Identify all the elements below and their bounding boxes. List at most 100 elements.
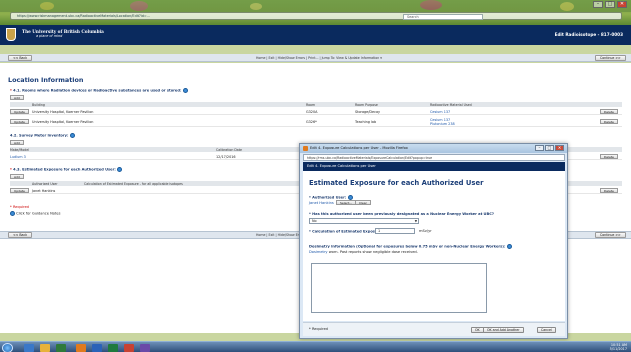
- room-number: G326*: [306, 120, 317, 124]
- back-button[interactable]: << Back: [8, 55, 33, 61]
- select-user-button[interactable]: Select...: [336, 200, 357, 205]
- dosimetry-label: Dosimetry Information (Optional for expo…: [309, 244, 512, 249]
- question-4-1: * 4.1. Rooms where Radiation devices or …: [10, 88, 188, 93]
- guidance-notes-label[interactable]: Click for Guidance Notes: [16, 212, 60, 216]
- question-4-3: * 4.3. Estimated Exposure for each Autho…: [10, 167, 123, 172]
- delete-button[interactable]: Delete: [600, 119, 618, 124]
- dialog-close-button[interactable]: ✕: [555, 145, 564, 151]
- dialog-minimize-button[interactable]: –: [535, 145, 544, 151]
- info-icon[interactable]: [506, 244, 512, 249]
- start-button-icon[interactable]: [2, 342, 13, 352]
- rooms-table-header: Building Room Room Purpose Radioactive M…: [10, 102, 622, 107]
- room-material-link[interactable]: Cesium 137: [430, 110, 450, 114]
- dosimetry-text: Dosimetry worn. Past reports show neglig…: [309, 250, 418, 254]
- meter-model-link[interactable]: Ludlum 3: [10, 155, 26, 159]
- column-header: Calibration Date: [216, 147, 242, 152]
- info-icon[interactable]: [117, 167, 123, 172]
- back-button-bottom[interactable]: << Back: [8, 232, 33, 238]
- info-icon[interactable]: [10, 211, 15, 216]
- dialog-body: Estimated Exposure for each Authorized U…: [303, 171, 565, 321]
- media-icon[interactable]: [56, 343, 66, 352]
- close-button[interactable]: ✕: [617, 1, 627, 8]
- column-header: Radioactive Material Used: [430, 102, 472, 107]
- calc-exposure-unit: mSv/yr: [419, 229, 432, 233]
- update-button[interactable]: Update: [10, 188, 29, 193]
- clear-user-button[interactable]: Clear: [355, 200, 371, 205]
- room-purpose: Teaching lab: [355, 120, 377, 124]
- site-header: The University of British Columbia a pla…: [0, 25, 631, 45]
- dialog-window-title: Edit 4. Exposure Calculations per User -…: [310, 146, 408, 150]
- dialog-required-note: * Required: [309, 327, 328, 331]
- app-icon[interactable]: [140, 343, 150, 352]
- column-header: Calculation of Estimated Exposure - for …: [84, 181, 183, 186]
- exposure-dialog: Edit 4. Exposure Calculations per User -…: [299, 143, 568, 339]
- dialog-titlebar[interactable]: Edit 4. Exposure Calculations per User -…: [300, 144, 567, 153]
- address-bar[interactable]: https://www.riskmanagement.ubc.ca/Radioa…: [10, 12, 622, 20]
- word-icon[interactable]: [92, 343, 102, 352]
- dialog-footer: * Required OK OK and Add Another Cancel: [303, 322, 565, 336]
- university-tagline: a place of mind: [36, 34, 63, 38]
- column-header: Authorized User: [32, 181, 58, 186]
- column-header: Make/Model: [10, 147, 30, 152]
- taskbar: 10:51 AM 5/11/2017: [0, 341, 631, 352]
- maximize-button[interactable]: □: [605, 1, 615, 8]
- room-material-link[interactable]: Plutonium 238: [430, 122, 455, 126]
- add-exposure-button[interactable]: Add: [10, 174, 24, 179]
- exposure-user: Janet Hankins: [32, 188, 56, 193]
- system-tray-clock[interactable]: 10:51 AM 5/11/2017: [609, 343, 627, 351]
- nuclear-worker-value: No: [312, 219, 317, 223]
- dialog-header: Edit 4. Exposure Calculations per User: [303, 162, 565, 171]
- continue-button-bottom[interactable]: Continue >>: [595, 232, 626, 238]
- question-4-2-text: 4.2. Survey Meter Inventory:: [10, 133, 69, 138]
- add-meter-button[interactable]: Add: [10, 140, 24, 145]
- delete-button[interactable]: Delete: [600, 154, 618, 159]
- nuclear-worker-label: * Has this authorized user been previous…: [309, 212, 494, 216]
- question-4-3-text: 4.3. Estimated Exposure for each Authori…: [13, 167, 116, 172]
- cancel-button[interactable]: Cancel: [537, 327, 556, 333]
- table-row: Update University Hospital, Koerner Pavi…: [10, 117, 622, 127]
- dialog-address-bar[interactable]: https://rms.ubc.ca/RadioactiveMaterials/…: [303, 154, 565, 161]
- ok-button[interactable]: OK: [471, 327, 484, 333]
- nuclear-worker-select[interactable]: No ▼: [309, 218, 419, 224]
- question-4-1-text: 4.1. Rooms where Radiation devices or Ra…: [13, 88, 182, 93]
- clock-date: 5/11/2017: [609, 346, 627, 351]
- ok-and-add-another-button[interactable]: OK and Add Another: [483, 327, 524, 333]
- authorized-user-link[interactable]: Janet Hankins: [309, 201, 334, 205]
- excel-icon[interactable]: [108, 343, 118, 352]
- room-building: University Hospital, Koerner Pavilion: [32, 109, 94, 114]
- chevron-down-icon: ▼: [414, 219, 417, 223]
- dosimetry-textarea[interactable]: [311, 263, 487, 313]
- update-button[interactable]: Update: [10, 119, 29, 124]
- delete-button[interactable]: Delete: [600, 188, 618, 193]
- page-context-title: Edit Radioisotope - 817-0003: [554, 32, 623, 37]
- search-input[interactable]: Search: [403, 13, 483, 20]
- window-controls: – □ ✕: [593, 1, 627, 8]
- room-number: G320A: [306, 109, 318, 114]
- guidance-notes[interactable]: Click for Guidance Notes: [10, 211, 60, 216]
- minimize-button[interactable]: –: [593, 1, 603, 8]
- university-name: The University of British Columbia: [22, 29, 104, 34]
- calc-exposure-input[interactable]: 1: [375, 228, 415, 234]
- question-4-2: 4.2. Survey Meter Inventory:: [10, 133, 75, 138]
- delete-button[interactable]: Delete: [600, 109, 618, 114]
- update-button[interactable]: Update: [10, 109, 29, 114]
- dialog-maximize-button[interactable]: □: [545, 145, 554, 151]
- address-url[interactable]: https://www.riskmanagement.ubc.ca/Radioa…: [17, 14, 150, 18]
- ie-icon[interactable]: [24, 343, 34, 352]
- page-title: Location Information: [8, 76, 84, 84]
- continue-button[interactable]: Continue >>: [595, 55, 626, 61]
- browser-titlebar: – □ ✕: [0, 0, 631, 12]
- add-room-button[interactable]: Add: [10, 95, 24, 100]
- folder-icon[interactable]: [40, 343, 50, 352]
- column-header: Room Purpose: [355, 102, 378, 107]
- nav-links[interactable]: Home | Exit | Hide/Show Errors | Print..…: [256, 56, 382, 60]
- table-row: Update University Hospital, Koerner Pavi…: [10, 108, 622, 115]
- dosimetry-link[interactable]: Dosimetry: [309, 250, 328, 254]
- info-icon[interactable]: [182, 88, 188, 93]
- dialog-heading: Estimated Exposure for each Authorized U…: [309, 179, 484, 187]
- powerpoint-icon[interactable]: [124, 343, 134, 352]
- info-icon[interactable]: [69, 133, 75, 138]
- firefox-icon[interactable]: [76, 343, 86, 352]
- room-building: University Hospital, Koerner Pavilion: [32, 120, 94, 124]
- meter-calibration-date: 12/17/2016: [216, 154, 236, 159]
